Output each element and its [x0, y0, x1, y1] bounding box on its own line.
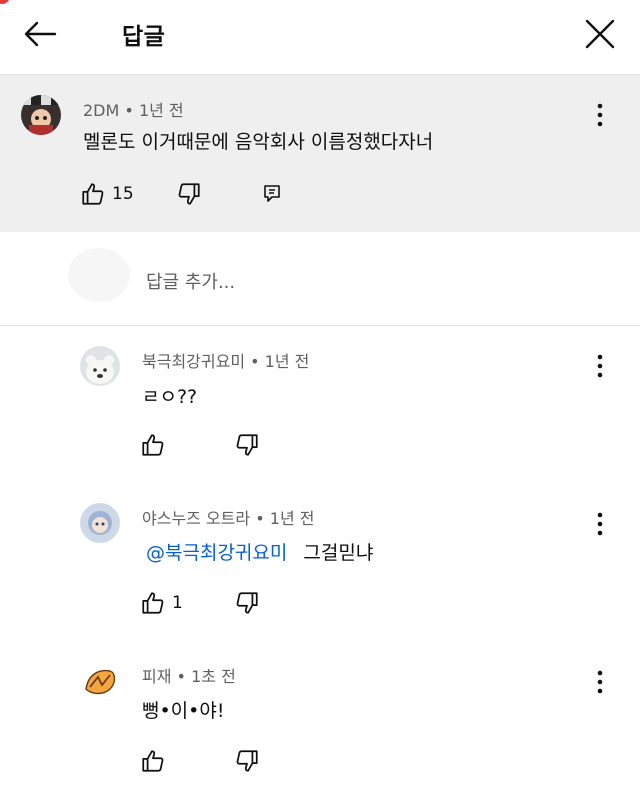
reply-meta: 북극최강귀요미 • 1년 전 [142, 348, 309, 372]
reply-icon [264, 185, 280, 202]
thumbs-up-icon [142, 592, 164, 614]
meta-separator: • [176, 667, 186, 686]
add-reply-input[interactable]: 답글 추가... [146, 268, 235, 294]
meta-separator: • [124, 101, 134, 120]
dislike-button[interactable] [234, 748, 260, 774]
reply-meta: 야스누즈 오트라 • 1년 전 [142, 505, 314, 529]
like-button[interactable] [140, 432, 166, 458]
thumbs-up-icon [142, 434, 164, 456]
reply-meta: 피재 • 1초 전 [142, 663, 236, 687]
like-count: 15 [112, 184, 134, 204]
reply-button[interactable] [260, 181, 284, 205]
like-button[interactable] [140, 748, 166, 774]
comment-author[interactable]: 2DM [83, 101, 119, 120]
avatar[interactable] [80, 503, 120, 543]
add-reply-bar[interactable]: 답글 추가... [0, 232, 640, 326]
more-vert-icon[interactable] [588, 352, 612, 380]
mention-link[interactable]: @북극최강귀요미 [146, 542, 287, 564]
thumbs-down-icon [236, 750, 258, 772]
reply-text: @북극최강귀요미 그걸믿냐 [146, 538, 373, 565]
reply-author[interactable]: 피재 [142, 667, 171, 686]
avatar[interactable] [80, 661, 120, 701]
thumbs-down-icon [178, 183, 200, 205]
comment-time: 1년 전 [138, 101, 184, 120]
more-vert-icon[interactable] [588, 101, 612, 129]
replies-header: 답글 [0, 0, 640, 72]
dislike-button[interactable] [234, 590, 260, 616]
meta-separator: • [255, 509, 265, 528]
reply-message: 그걸믿냐 [303, 542, 374, 564]
comment-text: 멜론도 이거때문에 음악회사 이름정했다자너 [83, 131, 434, 153]
more-vert-icon[interactable] [588, 668, 612, 696]
comment-replies-page: 답글 2DM • 1년 전 멜론도 이거때문에 음악회사 이름정했다자너 15 … [0, 0, 640, 790]
like-count: 1 [172, 593, 183, 613]
thumbs-down-icon [236, 592, 258, 614]
dislike-button[interactable] [234, 432, 260, 458]
reply-time: 1년 전 [264, 352, 310, 371]
comment-meta: 2DM • 1년 전 [83, 97, 184, 121]
recording-indicator [0, 0, 10, 4]
current-user-avatar [68, 248, 130, 302]
avatar[interactable] [80, 346, 120, 386]
close-icon[interactable] [582, 16, 618, 52]
more-vert-icon[interactable] [588, 510, 612, 538]
original-comment: 2DM • 1년 전 멜론도 이거때문에 음악회사 이름정했다자너 15 [0, 74, 640, 232]
thumbs-up-icon [82, 183, 104, 205]
thumbs-up-icon [142, 750, 164, 772]
reply-author[interactable]: 야스누즈 오트라 [142, 509, 250, 528]
meta-separator: • [250, 352, 260, 371]
reply-text: 뻥•이•야! [142, 700, 225, 722]
thumbs-down-icon [236, 434, 258, 456]
reply-time: 1초 전 [191, 667, 236, 686]
like-button[interactable]: 1 [140, 590, 183, 616]
reply-text: ㄹㅇ?? [142, 386, 198, 408]
reply-author[interactable]: 북극최강귀요미 [142, 352, 245, 371]
page-title: 답글 [122, 24, 166, 50]
reply-time: 1년 전 [269, 509, 315, 528]
dislike-button[interactable] [176, 181, 202, 207]
back-arrow-icon[interactable] [20, 14, 60, 54]
avatar[interactable] [21, 95, 61, 135]
like-button[interactable]: 15 [80, 181, 134, 207]
